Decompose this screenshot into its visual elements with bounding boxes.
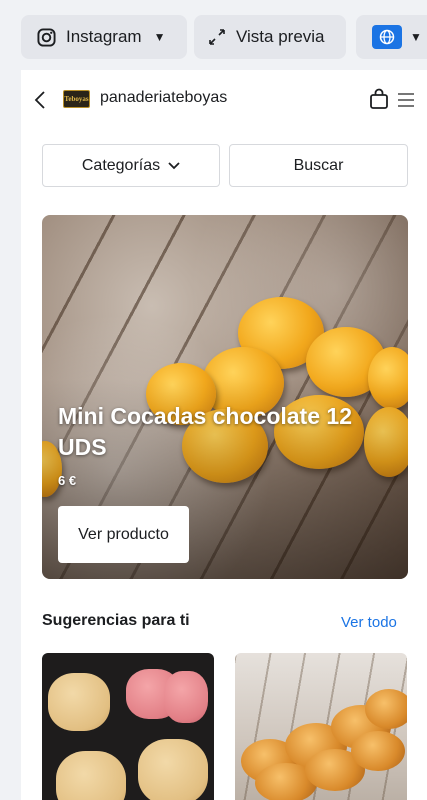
platform-label: Instagram [66, 27, 142, 46]
featured-product-card[interactable]: Mini Cocadas chocolate 12 UDS 6 € Ver pr… [42, 215, 408, 579]
caret-down-icon: ▼ [410, 30, 422, 44]
globe-icon [372, 25, 402, 49]
suggested-product-card[interactable] [235, 653, 407, 800]
caret-down-icon: ▼ [153, 30, 166, 44]
preview-button[interactable]: Vista previa [194, 15, 346, 59]
menu-icon[interactable] [397, 92, 415, 108]
product-image-cookie [56, 751, 126, 800]
instagram-icon [37, 27, 56, 47]
shop-preview: Teboyas panaderiateboyas Categorías Busc… [21, 70, 427, 800]
chevron-down-icon [168, 161, 180, 169]
product-image-cookie [138, 739, 208, 800]
categories-label: Categorías [81, 156, 161, 174]
shop-logo-text: Teboyas [64, 95, 89, 103]
product-price: 6 € [58, 473, 77, 488]
expand-icon [209, 29, 225, 45]
suggested-product-card[interactable] [42, 653, 214, 800]
product-title: Mini Cocadas chocolate 12 UDS [58, 403, 352, 460]
search-label: Buscar [293, 156, 344, 174]
back-icon[interactable] [33, 90, 47, 110]
suggestions-heading: Sugerencias para ti [42, 612, 190, 629]
shopping-bag-icon[interactable] [369, 88, 389, 110]
view-product-button[interactable]: Ver producto [58, 506, 189, 563]
categories-button[interactable]: Categorías [42, 144, 220, 187]
product-image-cookie [48, 673, 110, 731]
platform-dropdown[interactable]: Instagram ▼ [21, 15, 187, 59]
preview-label: Vista previa [236, 27, 325, 46]
see-all-link[interactable]: Ver todo [341, 614, 397, 631]
product-image-bread [365, 689, 407, 729]
shop-logo: Teboyas [63, 90, 90, 108]
product-image-bread [351, 731, 405, 771]
shop-name[interactable]: panaderiateboyas [100, 89, 227, 107]
view-product-label: Ver producto [78, 525, 169, 543]
language-dropdown[interactable]: ▼ [356, 15, 427, 59]
shop-header: Teboyas panaderiateboyas [21, 70, 427, 130]
preview-toolbar: Instagram ▼ Vista previa ▼ [0, 0, 427, 70]
search-button[interactable]: Buscar [229, 144, 408, 187]
product-image-cookie [164, 671, 208, 723]
